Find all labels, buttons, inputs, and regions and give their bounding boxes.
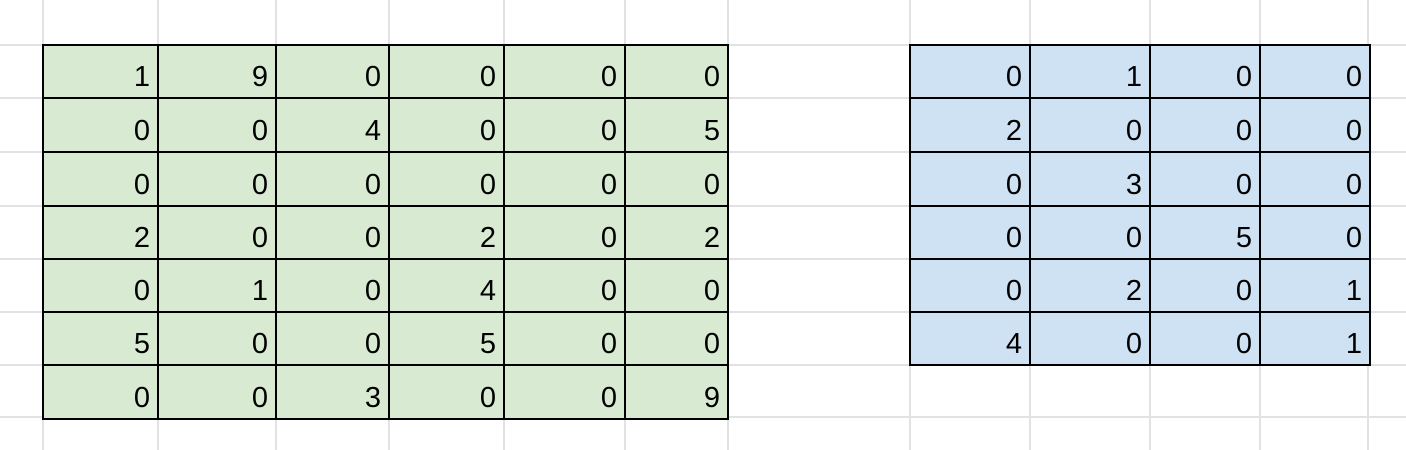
- cell[interactable]: 2: [388, 205, 505, 260]
- cell[interactable]: 0: [1259, 44, 1371, 99]
- cell[interactable]: 0: [1149, 97, 1261, 153]
- cell[interactable]: 0: [1029, 311, 1151, 366]
- cell[interactable]: 0: [42, 151, 159, 207]
- cell[interactable]: 0: [1149, 151, 1261, 207]
- table-row: 0 1 0 4 0 0: [42, 258, 729, 313]
- cell[interactable]: 0: [1149, 258, 1261, 313]
- cell[interactable]: 5: [388, 311, 505, 366]
- table-row: 0 0 4 0 0 5: [42, 97, 729, 153]
- cell[interactable]: 0: [1259, 205, 1371, 260]
- cell[interactable]: 0: [624, 258, 729, 313]
- green-range-body: 1 9 0 0 0 0 0 0 4 0 0 5 0 0 0 0 0 0 2 0 …: [42, 44, 729, 420]
- table-row: 0 0 5 0: [909, 205, 1371, 260]
- cell[interactable]: 0: [275, 151, 390, 207]
- green-cell-range: 1 9 0 0 0 0 0 0 4 0 0 5 0 0 0 0 0 0 2 0 …: [42, 44, 729, 420]
- cell[interactable]: 9: [157, 44, 277, 99]
- blue-range-body: 0 1 0 0 2 0 0 0 0 3 0 0 0 0 5 0 0 2 0 1 …: [909, 44, 1371, 366]
- cell[interactable]: 5: [1149, 205, 1261, 260]
- cell[interactable]: 0: [624, 151, 729, 207]
- cell[interactable]: 2: [1029, 258, 1151, 313]
- cell[interactable]: 1: [1259, 311, 1371, 366]
- table-row: 0 0 0 0 0 0: [42, 151, 729, 207]
- cell[interactable]: 0: [1029, 97, 1151, 153]
- table-row: 0 2 0 1: [909, 258, 1371, 313]
- table-row: 2 0 0 2 0 2: [42, 205, 729, 260]
- cell[interactable]: 0: [1259, 97, 1371, 153]
- cell[interactable]: 0: [1029, 205, 1151, 260]
- table-row: 4 0 0 1: [909, 311, 1371, 366]
- cell[interactable]: 0: [624, 44, 729, 99]
- cell[interactable]: 4: [909, 311, 1031, 366]
- table-row: 0 0 3 0 0 9: [42, 364, 729, 420]
- cell[interactable]: 0: [909, 44, 1031, 99]
- cell[interactable]: 0: [503, 205, 626, 260]
- cell[interactable]: 0: [275, 44, 390, 99]
- cell[interactable]: 0: [388, 97, 505, 153]
- cell[interactable]: 2: [42, 205, 159, 260]
- cell[interactable]: 9: [624, 364, 729, 420]
- table-row: 0 1 0 0: [909, 44, 1371, 99]
- cell[interactable]: 1: [157, 258, 277, 313]
- cell[interactable]: 0: [909, 151, 1031, 207]
- cell[interactable]: 1: [1029, 44, 1151, 99]
- cell[interactable]: 0: [157, 97, 277, 153]
- cell[interactable]: 0: [503, 311, 626, 366]
- table-row: 5 0 0 5 0 0: [42, 311, 729, 366]
- cell[interactable]: 0: [503, 97, 626, 153]
- cell[interactable]: 0: [624, 311, 729, 366]
- cell[interactable]: 5: [42, 311, 159, 366]
- cell[interactable]: 0: [503, 151, 626, 207]
- cell[interactable]: 0: [157, 311, 277, 366]
- cell[interactable]: 4: [388, 258, 505, 313]
- cell[interactable]: 0: [157, 205, 277, 260]
- cell[interactable]: 0: [909, 205, 1031, 260]
- cell[interactable]: 0: [157, 364, 277, 420]
- cell[interactable]: 0: [388, 364, 505, 420]
- cell[interactable]: 0: [275, 258, 390, 313]
- cell[interactable]: 1: [1259, 258, 1371, 313]
- cell[interactable]: 0: [1149, 311, 1261, 366]
- cell[interactable]: 0: [157, 151, 277, 207]
- cell[interactable]: 0: [503, 44, 626, 99]
- cell[interactable]: 0: [388, 151, 505, 207]
- cell[interactable]: 0: [909, 258, 1031, 313]
- cell[interactable]: 2: [624, 205, 729, 260]
- cell[interactable]: 0: [42, 364, 159, 420]
- cell[interactable]: 1: [42, 44, 159, 99]
- table-row: 1 9 0 0 0 0: [42, 44, 729, 99]
- cell[interactable]: 4: [275, 97, 390, 153]
- cell[interactable]: 0: [42, 258, 159, 313]
- blue-cell-range: 0 1 0 0 2 0 0 0 0 3 0 0 0 0 5 0 0 2 0 1 …: [909, 44, 1371, 366]
- table-row: 2 0 0 0: [909, 97, 1371, 153]
- table-row: 0 3 0 0: [909, 151, 1371, 207]
- cell[interactable]: 0: [275, 311, 390, 366]
- cell[interactable]: 0: [42, 97, 159, 153]
- spreadsheet-grid[interactable]: 1 9 0 0 0 0 0 0 4 0 0 5 0 0 0 0 0 0 2 0 …: [0, 0, 1406, 450]
- cell[interactable]: 3: [1029, 151, 1151, 207]
- cell[interactable]: 5: [624, 97, 729, 153]
- cell[interactable]: 0: [503, 364, 626, 420]
- cell[interactable]: 3: [275, 364, 390, 420]
- cell[interactable]: 0: [503, 258, 626, 313]
- cell[interactable]: 0: [1259, 151, 1371, 207]
- cell[interactable]: 0: [1149, 44, 1261, 99]
- cell[interactable]: 0: [388, 44, 505, 99]
- cell[interactable]: 2: [909, 97, 1031, 153]
- cell[interactable]: 0: [275, 205, 390, 260]
